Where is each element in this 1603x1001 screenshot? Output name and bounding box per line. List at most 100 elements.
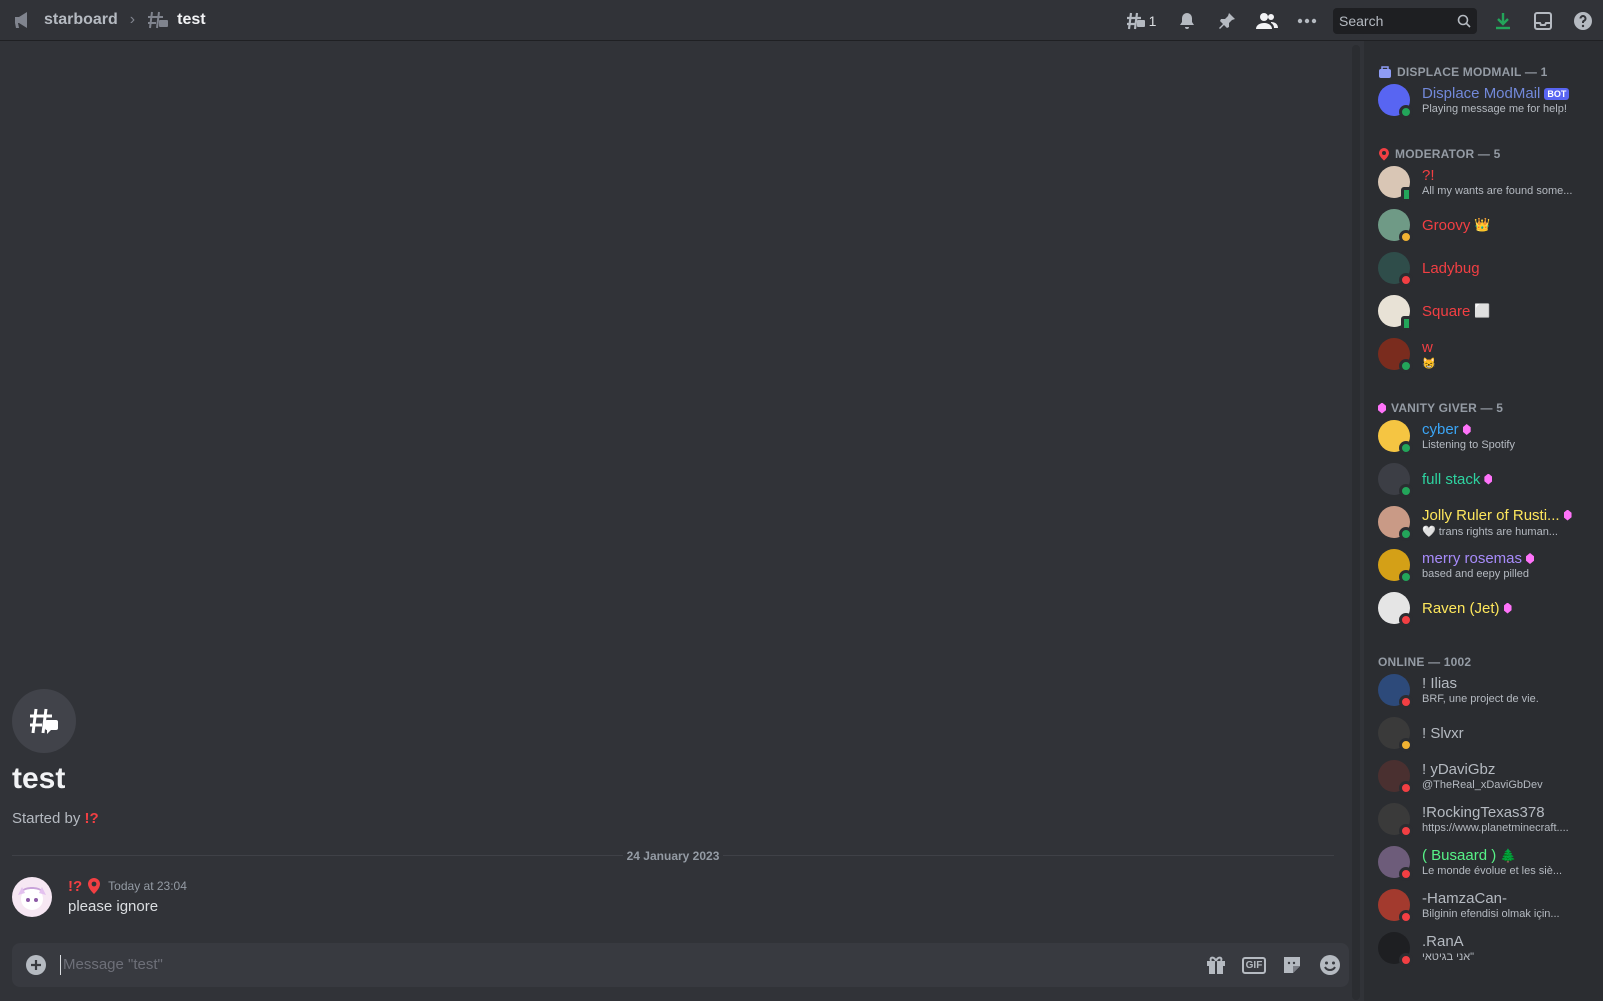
gem-icon [1526, 553, 1535, 564]
member-avatar [1378, 846, 1413, 881]
member-avatar [1378, 592, 1413, 627]
group-label: VANITY GIVER — 5 [1391, 401, 1504, 415]
moderator-role-icon [1379, 148, 1389, 161]
message-input[interactable]: Message "test" [60, 955, 1197, 975]
member-item[interactable]: w 😸 [1378, 333, 1598, 375]
group-label: DISPLACE MODMAIL — 1 [1397, 65, 1548, 79]
download-apps-button[interactable] [1483, 0, 1523, 41]
member-name: Ladybug [1422, 260, 1598, 277]
chat-scrollbar[interactable] [1352, 45, 1360, 1000]
member-activity: Bilginin efendisi olmak için... [1422, 908, 1560, 920]
member-name-text: cyber [1422, 421, 1459, 438]
member-item[interactable]: merry rosemas based and eepy pilled [1378, 544, 1598, 586]
chevron-right-icon: › [129, 11, 136, 28]
gem-icon [1484, 473, 1493, 485]
member-item[interactable]: ! yDaviGbz @TheReal_xDaviGbDev [1378, 755, 1598, 797]
pinned-messages-button[interactable] [1207, 0, 1247, 41]
member-name-text: w [1422, 338, 1433, 356]
member-text: ?! All my wants are found some... [1422, 167, 1598, 197]
member-item[interactable]: ?! All my wants are found some... [1378, 161, 1598, 203]
group-label: MODERATOR — 5 [1395, 147, 1501, 161]
more-options-button[interactable] [1287, 0, 1327, 41]
member-list[interactable]: DISPLACE MODMAIL — 1 MODERATOR — 5 VANIT… [1364, 41, 1603, 1001]
message-avatar[interactable] [12, 877, 52, 917]
help-button[interactable] [1563, 0, 1603, 41]
member-activity: אני בגיטאי" [1422, 951, 1475, 963]
status-dnd-icon [1399, 910, 1413, 924]
member-name: ?! [1422, 167, 1598, 184]
started-by-user[interactable]: !? [85, 810, 99, 827]
member-avatar [1378, 803, 1413, 838]
notification-settings-button[interactable] [1167, 0, 1207, 41]
status-online-icon [1399, 484, 1413, 498]
member-item[interactable]: Jolly Ruler of Rusti... 🤍 trans rights ar… [1378, 501, 1598, 543]
member-name: !RockingTexas378 [1422, 804, 1598, 821]
member-item[interactable]: cyber Listening to Spotify [1378, 415, 1598, 457]
message-header: !? Today at 23:04 [68, 877, 187, 895]
member-name-text: Raven (Jet) [1422, 599, 1500, 617]
member-name-text: Square [1422, 302, 1471, 320]
member-text: ! Ilias BRF, une project de vie. [1422, 675, 1598, 705]
member-name-emoji: ⬜ [1474, 303, 1491, 318]
member-text: .RanA אני בגיטאי" [1422, 933, 1598, 963]
member-name: Groovy 👑 [1422, 217, 1598, 234]
member-item[interactable]: Groovy 👑 [1378, 204, 1598, 246]
sticker-button[interactable] [1273, 943, 1311, 987]
member-item[interactable]: ! Slvxr [1378, 712, 1598, 754]
search-input[interactable]: Search [1333, 7, 1477, 34]
member-text: !RockingTexas378 https://www.planetminecr… [1422, 804, 1598, 834]
download-icon [1496, 12, 1510, 29]
member-name: ! yDaviGbz [1422, 761, 1598, 778]
member-text: Square ⬜ [1422, 303, 1598, 320]
member-activity: Le monde évolue et les siè... [1422, 865, 1563, 877]
member-avatar [1378, 166, 1412, 202]
member-name-text: !RockingTexas378 [1422, 804, 1545, 821]
threads-button[interactable]: 1 [1115, 0, 1167, 41]
status-online-icon [1399, 527, 1413, 541]
upload-button[interactable] [12, 943, 60, 987]
gem-icon [1462, 424, 1471, 435]
status-dnd-icon [1399, 867, 1413, 881]
member-activity: All my wants are found some... [1422, 185, 1573, 197]
thread-started-by: Started by !? [12, 810, 99, 827]
member-name: -HamzaCan- [1422, 890, 1598, 907]
status-dnd-icon [1399, 824, 1413, 838]
message-author[interactable]: !? [68, 878, 82, 895]
member-list-button[interactable] [1247, 0, 1287, 41]
member-item[interactable]: Square ⬜ [1378, 290, 1598, 332]
member-item[interactable]: full stack [1378, 458, 1598, 500]
emoji-button[interactable] [1311, 943, 1349, 987]
ellipsis-icon [1297, 18, 1317, 23]
member-item[interactable]: ! Ilias BRF, une project de vie. [1378, 669, 1598, 711]
status-dnd-icon [1399, 613, 1413, 627]
gif-button[interactable]: GIF [1235, 943, 1273, 987]
inbox-button[interactable] [1523, 0, 1563, 41]
member-item[interactable]: !RockingTexas378 https://www.planetminecr… [1378, 798, 1598, 840]
member-name-text: ! Ilias [1422, 675, 1458, 692]
member-avatar [1378, 674, 1413, 709]
member-item[interactable]: ( Busaard ) 🌲 Le monde évolue et les siè..… [1378, 841, 1598, 883]
member-name: w [1422, 339, 1598, 356]
member-item[interactable]: .RanA אני בגיטאי" [1378, 927, 1598, 969]
group-header-displace-modmail: DISPLACE MODMAIL — 1 [1378, 65, 1547, 79]
status-mobile-icon [1401, 187, 1412, 202]
member-text: Displace ModMail BOT Playing message me fo… [1422, 85, 1598, 115]
member-avatar [1378, 932, 1413, 967]
status-mobile-icon [1401, 316, 1412, 331]
bot-badge: BOT [1544, 87, 1570, 100]
member-item[interactable]: Displace ModMail BOT Playing message me fo… [1378, 79, 1598, 121]
gift-button[interactable] [1197, 943, 1235, 987]
member-avatar [1378, 84, 1413, 119]
member-name-text: -HamzaCan- [1422, 890, 1508, 907]
group-header-moderator: MODERATOR — 5 [1378, 147, 1501, 161]
member-name-text: ! Slvxr [1422, 724, 1464, 742]
modmail-role-icon [1379, 66, 1391, 78]
member-activity: based and eepy pilled [1422, 568, 1530, 580]
member-item[interactable]: Ladybug [1378, 247, 1598, 289]
status-dnd-icon [1399, 953, 1413, 967]
member-item[interactable]: -HamzaCan- Bilginin efendisi olmak için..… [1378, 884, 1598, 926]
parent-channel-link[interactable]: starboard [44, 11, 118, 29]
member-item[interactable]: Raven (Jet) [1378, 587, 1598, 629]
thread-title: test [177, 11, 206, 28]
member-name-text: ?! [1422, 167, 1435, 184]
